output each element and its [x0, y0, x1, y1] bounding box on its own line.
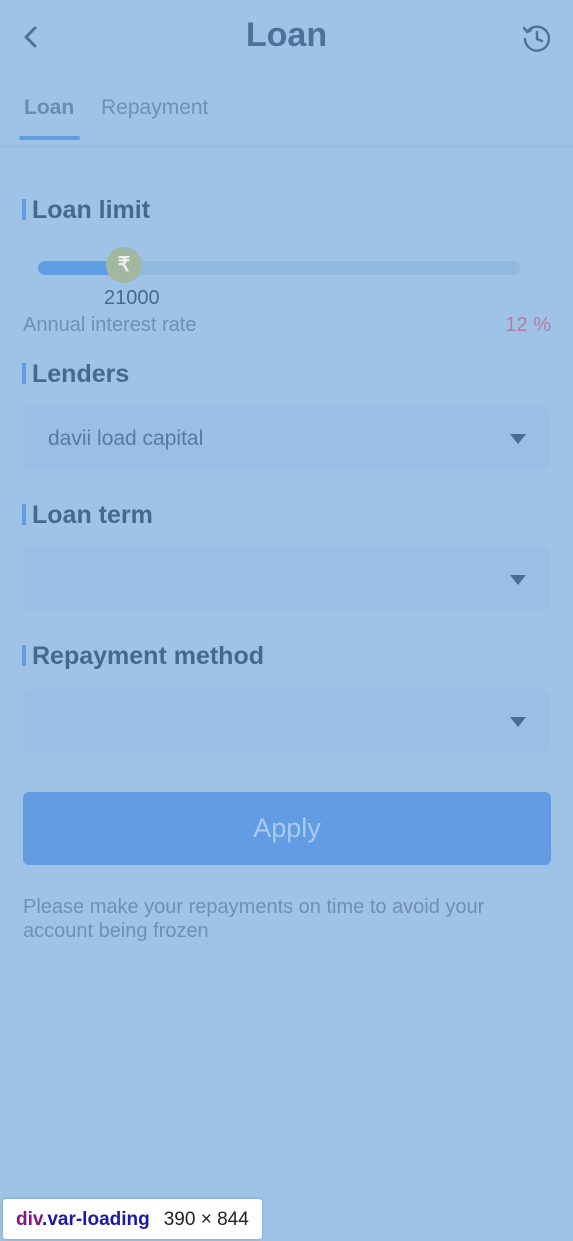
- loan-amount-value: 21000: [104, 287, 160, 309]
- badge-class: .var-loading: [42, 1209, 150, 1230]
- clock-history-icon: [522, 25, 551, 52]
- caret-down-icon: [510, 717, 526, 727]
- apply-button[interactable]: Apply: [23, 792, 551, 865]
- loan-term-heading: Loan term: [22, 501, 153, 530]
- section-marker: [22, 504, 26, 525]
- lenders-select[interactable]: davii load capital: [23, 406, 550, 470]
- loan-limit-label: Loan limit: [32, 196, 151, 224]
- page-title: Loan: [245, 16, 328, 54]
- loan-term-select[interactable]: [23, 547, 550, 611]
- lenders-label: Lenders: [32, 360, 130, 388]
- section-marker: [22, 363, 26, 384]
- lenders-heading: Lenders: [22, 360, 129, 389]
- repayment-method-select[interactable]: [23, 689, 550, 753]
- interest-rate-label: Annual interest rate: [23, 314, 197, 336]
- repayment-method-label: Repayment method: [32, 642, 264, 670]
- devtools-element-badge: div.var-loading 390 × 844: [3, 1199, 262, 1239]
- caret-down-icon: [510, 575, 526, 585]
- loan-limit-heading: Loan limit: [22, 196, 150, 225]
- lenders-selected-value: davii load capital: [48, 427, 204, 450]
- section-marker: [22, 645, 26, 666]
- caret-down-icon: [510, 434, 526, 444]
- badge-tag: div: [16, 1209, 43, 1230]
- loan-term-label: Loan term: [32, 501, 153, 529]
- active-tab-indicator: [19, 136, 80, 140]
- tab-repayment[interactable]: Repayment: [101, 96, 208, 120]
- header: Loan: [0, 0, 573, 76]
- rupee-icon: ₹: [117, 254, 131, 276]
- repayment-notice: Please make your repayments on time to a…: [23, 896, 485, 942]
- history-button[interactable]: [521, 22, 553, 54]
- tab-loan[interactable]: Loan: [24, 96, 74, 120]
- tab-bar: Loan Repayment: [0, 86, 573, 148]
- slider-thumb[interactable]: ₹: [106, 247, 142, 283]
- interest-rate-value: 12 %: [505, 314, 551, 336]
- badge-dimensions: 390 × 844: [163, 1209, 249, 1230]
- repayment-method-heading: Repayment method: [22, 642, 264, 671]
- section-marker: [22, 199, 26, 220]
